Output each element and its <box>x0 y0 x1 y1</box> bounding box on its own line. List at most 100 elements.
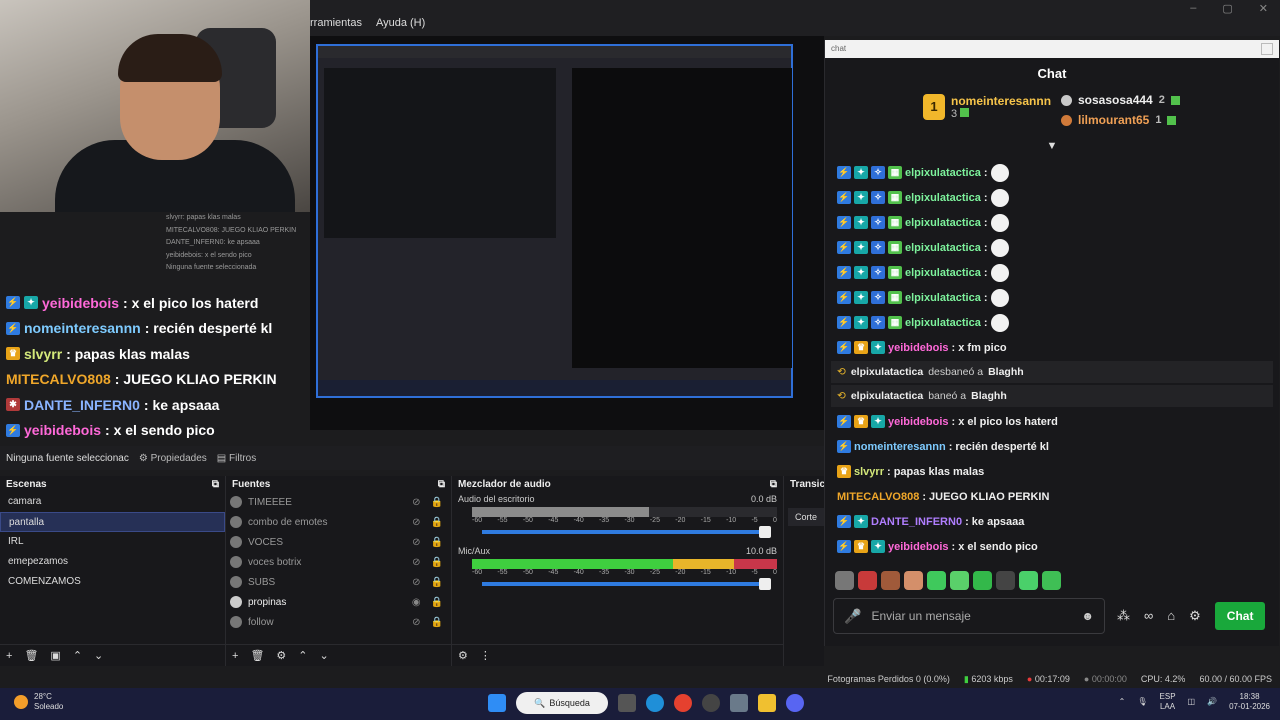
tray-arrow-icon[interactable]: ⌃ <box>1119 697 1126 707</box>
lock-icon[interactable]: 🔒 <box>431 597 443 608</box>
chat-username[interactable]: elpixulatactica <box>905 242 981 254</box>
lock-icon[interactable]: 🔒 <box>431 557 443 568</box>
mic-tray-icon[interactable]: 🎙 <box>1137 697 1147 707</box>
lock-icon[interactable]: 🔒 <box>431 517 443 528</box>
lock-icon[interactable]: 🔒 <box>431 537 443 548</box>
obs-icon[interactable] <box>702 694 720 712</box>
collapse-arrow-icon[interactable]: ▼ <box>825 140 1279 154</box>
eye-hidden-icon[interactable]: ⊘ <box>412 517 420 528</box>
maximize-icon[interactable]: ▢ <box>1222 2 1232 15</box>
leaderboard-third[interactable]: lilmourant65 1 <box>1061 110 1180 130</box>
down-icon[interactable]: ⌄ <box>94 649 103 662</box>
taskbar-search[interactable]: 🔍 Búsqueda <box>516 692 608 714</box>
eye-hidden-icon[interactable]: ⊘ <box>412 537 420 548</box>
source-item[interactable]: SUBS ⊘ 🔒 <box>226 572 451 592</box>
menu-tools[interactable]: rramientas <box>310 17 362 29</box>
lock-icon[interactable]: 🔒 <box>431 617 443 628</box>
scene-item[interactable]: emepezamos <box>0 552 225 572</box>
kicks-icon[interactable]: ⁂ <box>1117 608 1130 624</box>
send-chat-button[interactable]: Chat <box>1214 602 1266 630</box>
trash-icon[interactable]: 🗑 <box>250 649 264 662</box>
up-icon[interactable]: ⌃ <box>73 649 82 662</box>
discord-icon[interactable] <box>786 694 804 712</box>
volume-icon[interactable]: 🔊 <box>1207 697 1217 707</box>
scene-item[interactable]: camara <box>0 492 225 512</box>
filter-icon[interactable]: ▣ <box>50 649 60 662</box>
lock-icon[interactable]: 🔒 <box>431 497 443 508</box>
eye-hidden-icon[interactable]: ⊘ <box>412 557 420 568</box>
source-item[interactable]: TIMEEEE ⊘ 🔒 <box>226 492 451 512</box>
network-icon[interactable]: ◫ <box>1188 697 1196 707</box>
emote-icon[interactable] <box>927 571 946 590</box>
emote-icon[interactable] <box>904 571 923 590</box>
emote-icon[interactable] <box>835 571 854 590</box>
chat-username[interactable]: elpixulatactica <box>905 167 981 179</box>
source-item[interactable]: VOCES ⊘ 🔒 <box>226 532 451 552</box>
leaderboard-first[interactable]: 1 nomeinteresannn 3 <box>923 94 1051 120</box>
lock-icon[interactable]: 🔒 <box>431 577 443 588</box>
windows-start-icon[interactable] <box>488 694 506 712</box>
emote-icon[interactable] <box>881 571 900 590</box>
chat-username[interactable]: yeibidebois <box>888 342 949 354</box>
emote-icon[interactable] <box>1042 571 1061 590</box>
chat-input[interactable]: 🎤 Enviar un mensaje ☻ <box>833 598 1105 634</box>
file-explorer-icon[interactable] <box>758 694 776 712</box>
emote-icon[interactable] <box>950 571 969 590</box>
undock-icon[interactable]: ⧉ <box>770 479 777 490</box>
emote-icon[interactable] <box>858 571 877 590</box>
menu-dots-icon[interactable]: ⋮ <box>480 649 491 662</box>
close-icon[interactable]: ✕ <box>1259 2 1268 15</box>
chat-username[interactable]: elpixulatactica <box>905 192 981 204</box>
chat-username[interactable]: elpixulatactica <box>905 292 981 304</box>
edge-icon[interactable] <box>646 694 664 712</box>
volume-slider[interactable] <box>482 578 771 590</box>
scene-item[interactable]: pantalla <box>0 512 225 532</box>
chat-username[interactable]: yeibidebois <box>888 416 949 428</box>
chat-username[interactable]: elpixulatactica <box>905 317 981 329</box>
source-item[interactable]: propinas ◉ 🔒 <box>226 592 451 612</box>
eye-hidden-icon[interactable]: ⊘ <box>412 577 420 588</box>
chat-username[interactable]: nomeinteresannn <box>854 441 946 453</box>
trash-icon[interactable]: 🗑 <box>24 649 38 662</box>
gear-icon[interactable]: ⚙ <box>458 649 468 662</box>
chat-username[interactable]: DANTE_INFERN0 <box>871 516 962 528</box>
up-icon[interactable]: ⌃ <box>298 649 307 662</box>
gift-box-icon[interactable]: ⌂ <box>1167 608 1175 624</box>
weather-widget[interactable]: 28°C Soleado <box>14 692 63 712</box>
clock[interactable]: 18:38 07-01-2026 <box>1229 692 1270 712</box>
menu-help[interactable]: Ayuda (H) <box>376 17 425 29</box>
filters-button[interactable]: ▤ Filtros <box>217 453 256 464</box>
undock-icon[interactable]: ⧉ <box>212 479 219 490</box>
eye-icon[interactable]: ◉ <box>412 597 421 608</box>
source-item[interactable]: follow ⊘ 🔒 <box>226 612 451 632</box>
leaderboard-second[interactable]: sosasosa444 2 <box>1061 90 1180 110</box>
emote-icon[interactable] <box>1019 571 1038 590</box>
properties-button[interactable]: ⚙ Propiedades <box>139 453 207 464</box>
language-indicator[interactable]: ESP LAA <box>1160 692 1176 712</box>
microphone-icon[interactable]: 🎤 <box>844 608 861 625</box>
emote-icon[interactable] <box>973 571 992 590</box>
down-icon[interactable]: ⌄ <box>320 649 329 662</box>
emoji-icon[interactable]: ☻ <box>1081 609 1094 623</box>
minimize-icon[interactable]: – <box>1190 2 1196 15</box>
source-item[interactable]: voces botrix ⊘ 🔒 <box>226 552 451 572</box>
source-item[interactable]: combo de emotes ⊘ 🔒 <box>226 512 451 532</box>
chat-username[interactable]: slvyrr <box>854 466 884 478</box>
task-view-icon[interactable] <box>618 694 636 712</box>
scene-item[interactable]: COMENZAMOS <box>0 572 225 592</box>
eye-hidden-icon[interactable]: ⊘ <box>412 617 420 628</box>
settings-app-icon[interactable] <box>730 694 748 712</box>
add-icon[interactable]: + <box>232 650 238 662</box>
chat-username[interactable]: elpixulatactica <box>905 217 981 229</box>
chat-username[interactable]: elpixulatactica <box>905 267 981 279</box>
cut-transition[interactable]: Corte <box>788 508 824 526</box>
infinity-icon[interactable]: ∞ <box>1144 608 1153 624</box>
settings-icon[interactable]: ⚙ <box>1189 608 1201 624</box>
chat-username[interactable]: MITECALVO808 <box>837 491 919 503</box>
emote-icon[interactable] <box>996 571 1015 590</box>
chrome-icon[interactable] <box>674 694 692 712</box>
gear-icon[interactable]: ⚙ <box>276 649 286 662</box>
webcam-source[interactable] <box>0 0 310 212</box>
screen-capture-source[interactable] <box>316 44 793 398</box>
undock-icon[interactable]: ⧉ <box>438 479 445 490</box>
